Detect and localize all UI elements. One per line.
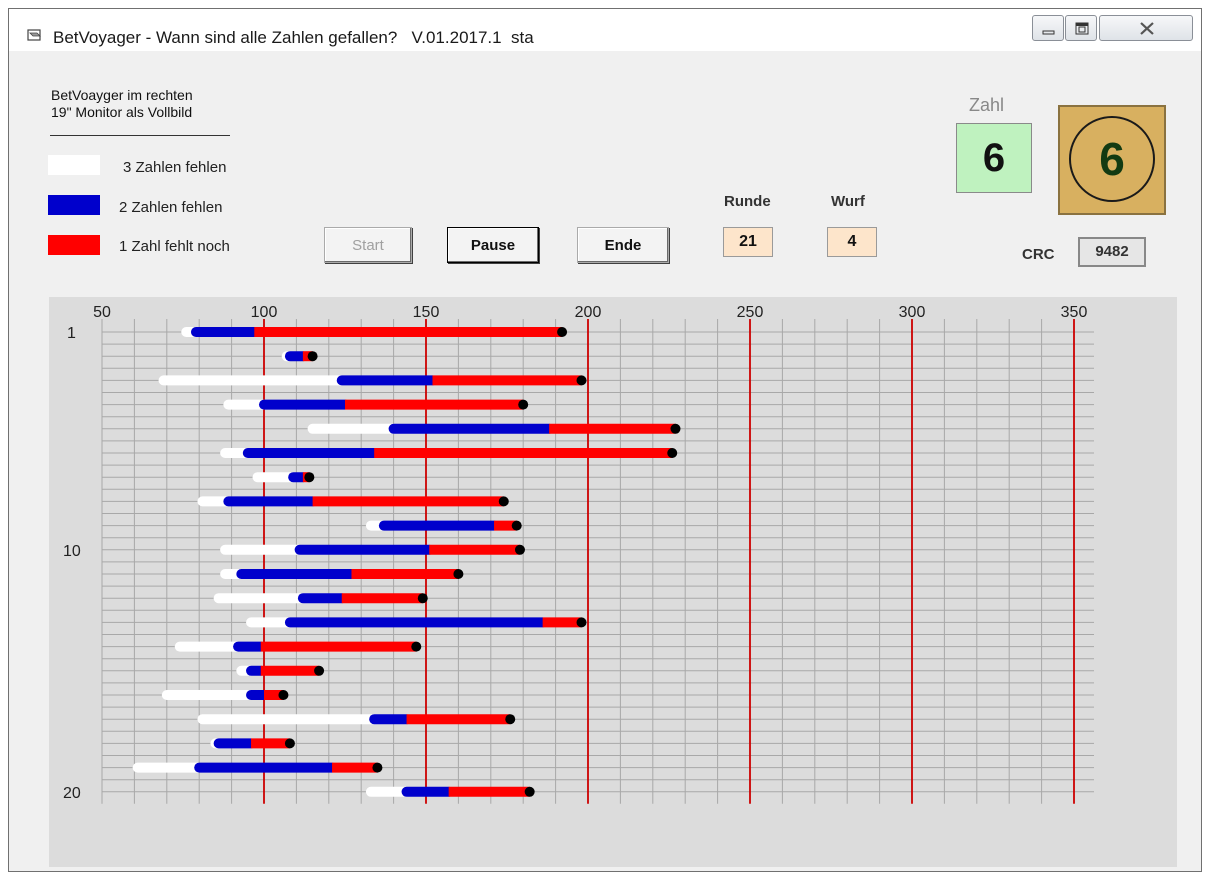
legend-swatch-red (48, 235, 100, 255)
bar-end-dot (505, 714, 516, 725)
x-tick-label: 250 (737, 304, 764, 321)
close-button[interactable] (1099, 15, 1193, 41)
bar-end-dot (557, 327, 568, 337)
x-tick-label: 150 (413, 304, 440, 321)
window-title: BetVoyager - Wann sind alle Zahlen gefal… (53, 28, 534, 47)
bar-end-dot (314, 665, 325, 676)
wurf-label: Wurf (831, 193, 865, 210)
crc-value: 9482 (1078, 237, 1146, 267)
bar-end-dot (514, 544, 525, 555)
bar-end-dot (576, 617, 587, 628)
ball-number: 6 (1069, 116, 1155, 202)
client-area: BetVoayger im rechten 19" Monitor als Vo… (16, 51, 1194, 867)
bar-end-dot (576, 375, 587, 386)
legend-label-2-missing: 2 Zahlen fehlen (119, 199, 223, 216)
x-tick-label: 300 (899, 304, 926, 321)
y-tick-label: 10 (63, 543, 81, 560)
chart-panel: 50 100 150 200 250 300 350 1 10 20 (49, 297, 1177, 867)
bar-end-dot (524, 786, 535, 797)
bar-end-dot (417, 593, 428, 604)
runde-value: 21 (723, 227, 773, 257)
bar-end-dot (372, 762, 383, 773)
bar-end-dot (511, 520, 522, 531)
x-tick-label: 350 (1061, 304, 1088, 321)
bar-end-dot (453, 569, 464, 579)
ende-button[interactable]: Ende (577, 227, 669, 263)
monitor-note-line1: BetVoayger im rechten (51, 87, 193, 103)
x-tick-label: 100 (251, 304, 278, 321)
legend-label-3-missing: 3 Zahlen fehlen (123, 159, 227, 176)
app-window: BetVoyager - Wann sind alle Zahlen gefal… (8, 8, 1202, 872)
bar-end-dot (670, 423, 681, 434)
monitor-note-line2: 19" Monitor als Vollbild (51, 104, 193, 120)
y-tick-label: 20 (63, 785, 81, 802)
wurf-value: 4 (827, 227, 877, 257)
bar-end-dot (284, 738, 295, 749)
bar-end-dot (518, 399, 529, 410)
note-divider (50, 135, 230, 136)
minimize-icon (1042, 30, 1055, 35)
legend-swatch-blue (48, 195, 100, 215)
legend-swatch-white (48, 155, 100, 175)
bar-end-dot (667, 448, 678, 458)
monitor-note: BetVoayger im rechten 19" Monitor als Vo… (51, 87, 193, 121)
y-tick-label: 1 (67, 325, 76, 342)
ball-display: 6 (1058, 105, 1166, 215)
maximize-button[interactable] (1065, 15, 1097, 41)
bar-end-dot (304, 472, 315, 483)
start-button[interactable]: Start (324, 227, 412, 263)
crc-label: CRC (1022, 246, 1055, 263)
app-icon (27, 29, 41, 41)
bar-end-dot (411, 641, 422, 652)
close-icon (1140, 22, 1154, 35)
completion-chart: 50 100 150 200 250 300 350 1 10 20 (63, 304, 1094, 804)
legend-label-1-missing: 1 Zahl fehlt noch (119, 238, 230, 255)
bar-end-dot (278, 690, 289, 700)
bar-end-dot (498, 496, 509, 507)
minimize-button[interactable] (1032, 15, 1064, 41)
pause-button[interactable]: Pause (447, 227, 539, 263)
x-tick-label: 50 (93, 304, 111, 321)
zahl-label: Zahl (969, 95, 1005, 115)
runde-label: Runde (724, 193, 771, 210)
maximize-icon (1075, 22, 1089, 35)
title-bar[interactable]: BetVoyager - Wann sind alle Zahlen gefal… (9, 9, 1201, 51)
bar-end-dot (307, 351, 318, 362)
zahl-value: 6 (956, 123, 1032, 193)
x-tick-label: 200 (575, 304, 602, 321)
